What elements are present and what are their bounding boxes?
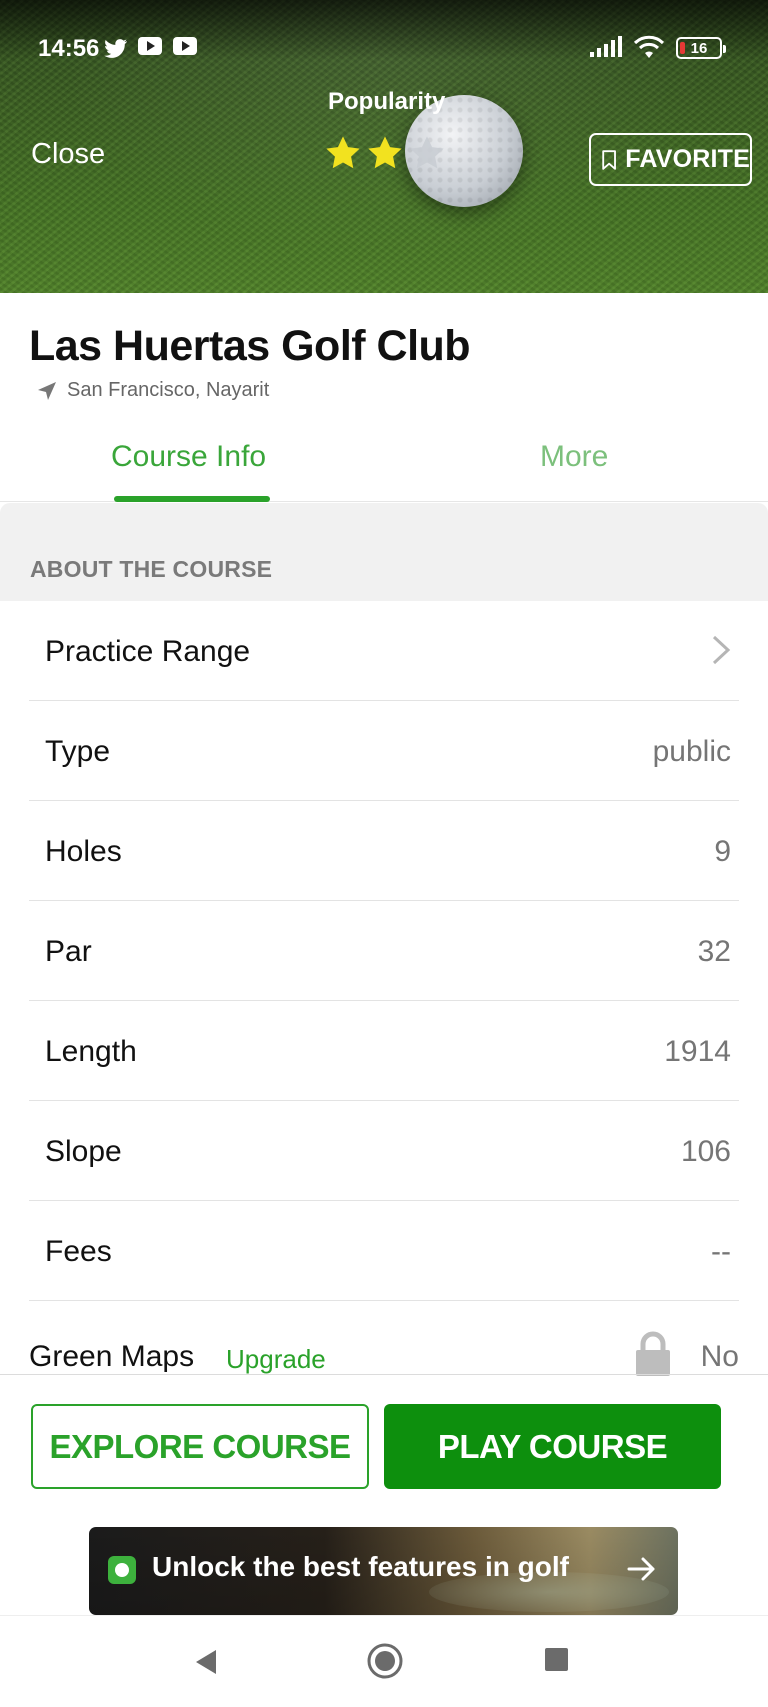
row-label: Fees <box>45 1235 112 1268</box>
row-length: Length 1914 <box>29 1001 739 1101</box>
popularity-rating <box>324 134 446 172</box>
lock-icon <box>636 1331 670 1376</box>
active-tab-indicator <box>114 496 270 502</box>
upgrade-link[interactable]: Upgrade <box>226 1344 326 1375</box>
twitter-icon <box>104 37 128 58</box>
course-title: Las Huertas Golf Club <box>29 322 471 370</box>
row-label: Par <box>45 935 92 968</box>
row-holes: Holes 9 <box>29 801 739 901</box>
row-value: public <box>652 735 731 768</box>
row-par: Par 32 <box>29 901 739 1001</box>
home-nav-icon[interactable] <box>366 1642 404 1680</box>
popularity-label: Popularity <box>328 88 446 115</box>
status-bar: 14:56 16 <box>0 28 768 68</box>
cellular-signal-icon <box>590 36 626 65</box>
back-nav-icon[interactable] <box>192 1648 220 1676</box>
row-label: Type <box>45 735 111 768</box>
favorite-button[interactable]: FAVORITE <box>589 133 752 186</box>
play-course-button[interactable]: PLAY COURSE <box>384 1404 721 1489</box>
row-fees: Fees -- <box>29 1201 739 1301</box>
location-arrow-icon <box>38 381 56 400</box>
star-empty-icon <box>410 136 444 169</box>
section-header: ABOUT THE COURSE <box>0 503 768 601</box>
app-logo-icon <box>108 1556 136 1584</box>
row-type: Type public <box>29 701 739 801</box>
status-time: 14:56 <box>38 35 100 62</box>
promo-banner[interactable]: Unlock the best features in golf <box>89 1527 678 1615</box>
location-label: San Francisco, Nayarit <box>67 379 270 401</box>
course-info-list: Practice Range Type public Holes 9 Par 3… <box>0 601 768 1301</box>
bookmark-icon <box>602 149 616 170</box>
youtube-icon <box>138 37 162 57</box>
star-filled-icon <box>368 136 402 169</box>
tab-course-info[interactable]: Course Info <box>111 440 266 474</box>
row-value: 106 <box>680 1135 731 1168</box>
wifi-icon <box>632 34 666 67</box>
section-title: ABOUT THE COURSE <box>30 556 273 582</box>
course-location: San Francisco, Nayarit <box>37 379 269 402</box>
row-label: Green Maps <box>29 1340 195 1373</box>
row-label: Slope <box>45 1135 122 1168</box>
favorite-label: FAVORITE <box>625 145 750 173</box>
row-label: Practice Range <box>45 635 251 668</box>
divider <box>0 1374 768 1375</box>
row-value: No <box>700 1340 739 1373</box>
promo-text: Unlock the best features in golf <box>152 1551 569 1582</box>
tab-bar: Course Info More <box>0 420 768 502</box>
recent-apps-icon[interactable] <box>545 1648 568 1671</box>
battery-icon: 16 <box>676 37 726 59</box>
star-filled-icon <box>326 136 360 169</box>
arrow-right-icon <box>627 1557 655 1581</box>
row-practice-range[interactable]: Practice Range <box>29 601 739 701</box>
close-button[interactable]: Close <box>31 138 105 171</box>
row-green-maps: Green Maps Upgrade No <box>29 1331 739 1376</box>
youtube-icon <box>173 37 197 57</box>
row-label: Holes <box>45 835 122 868</box>
row-value: 32 <box>697 935 731 968</box>
row-value: 1914 <box>664 1035 731 1068</box>
explore-course-button[interactable]: EXPLORE COURSE <box>31 1404 369 1489</box>
row-slope: Slope 106 <box>29 1101 739 1201</box>
tab-more[interactable]: More <box>540 440 608 474</box>
divider <box>0 1615 768 1616</box>
row-value: 9 <box>714 835 731 868</box>
row-label: Length <box>45 1035 137 1068</box>
row-value: -- <box>711 1235 731 1268</box>
chevron-right-icon <box>712 635 731 665</box>
